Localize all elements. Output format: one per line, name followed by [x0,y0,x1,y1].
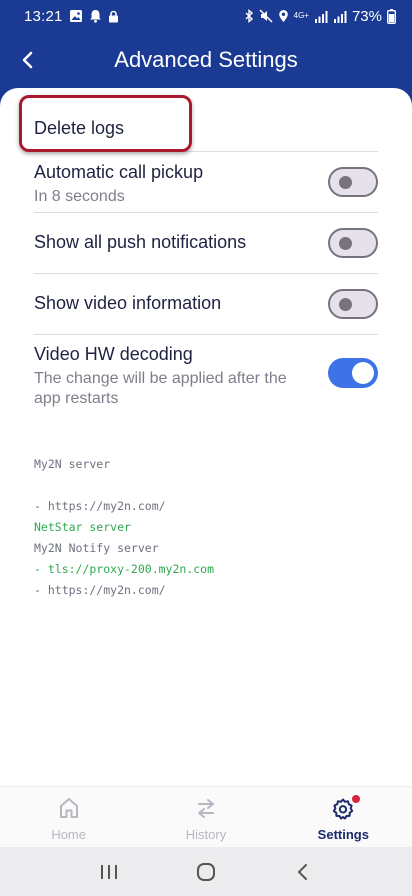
push-notifications-label: Show all push notifications [34,232,247,252]
home-system-button[interactable] [186,852,226,892]
lock-icon [108,10,119,23]
notification-dot [352,795,361,803]
page-title: Advanced Settings [114,47,298,72]
push-notifications-item[interactable]: Show all push notifications [34,213,378,274]
battery-icon [387,8,396,24]
settings-content: Delete logs Automatic call pickup In 8 s… [0,88,412,786]
toggle-knob [339,237,352,250]
back-system-button[interactable] [283,852,323,892]
status-time: 13:21 [24,7,63,25]
signal-icon-2 [333,10,347,23]
recent-apps-button[interactable] [89,852,129,892]
hw-decoding-item[interactable]: Video HW decoding The change will be app… [34,335,378,413]
back-chevron-icon [298,863,308,880]
video-info-item[interactable]: Show video information [34,274,378,335]
home-circle-icon [196,862,215,881]
network-type-label: 4G+ [293,11,309,20]
hw-decoding-subtitle: The change will be applied after the app… [34,370,287,407]
back-button[interactable] [0,32,56,88]
netstar-info: NetStar server - tls://proxy-200.my2n.co… [34,492,214,604]
my2n-server-label: My2N server [34,457,111,471]
auto-pickup-subtitle: In 8 seconds [34,188,125,205]
highlight-outline [19,95,192,152]
app-bar: Advanced Settings [0,32,412,88]
mute-icon [259,9,273,23]
bluetooth-icon [244,9,254,23]
home-icon [59,797,79,821]
nav-history-label: History [185,827,227,842]
status-bar: 13:21 4G+ 73% [0,0,412,32]
battery-percent: 73% [351,7,382,25]
nav-home-label: Home [51,827,86,842]
nav-settings[interactable]: Settings [275,787,412,847]
toggle-knob [352,362,374,384]
video-info-toggle[interactable] [328,289,378,319]
chevron-left-icon [22,51,33,69]
auto-pickup-item[interactable]: Automatic call pickup In 8 seconds [34,152,378,213]
gear-icon [331,795,361,821]
push-notifications-toggle[interactable] [328,228,378,258]
bottom-nav: Home History Settings [0,786,412,847]
toggle-knob [339,176,352,189]
signal-icon [314,10,328,23]
nav-settings-label: Settings [317,827,369,842]
video-info-label: Show video information [34,293,222,313]
notification-bell-icon [89,9,102,23]
history-icon [195,797,217,821]
auto-pickup-label: Automatic call pickup [34,162,204,182]
gallery-icon [69,9,83,23]
location-icon [278,9,289,23]
netstar-server-label: NetStar server [34,520,131,534]
nav-home[interactable]: Home [0,787,137,847]
system-nav-bar [0,847,412,896]
toggle-knob [339,298,352,311]
nav-history[interactable]: History [137,787,274,847]
netstar-server-url: - tls://proxy-200.my2n.com [34,562,215,576]
hw-decoding-label: Video HW decoding [34,344,193,364]
auto-pickup-toggle[interactable] [328,167,378,197]
recent-apps-icon [100,864,117,879]
hw-decoding-toggle[interactable] [328,358,378,388]
